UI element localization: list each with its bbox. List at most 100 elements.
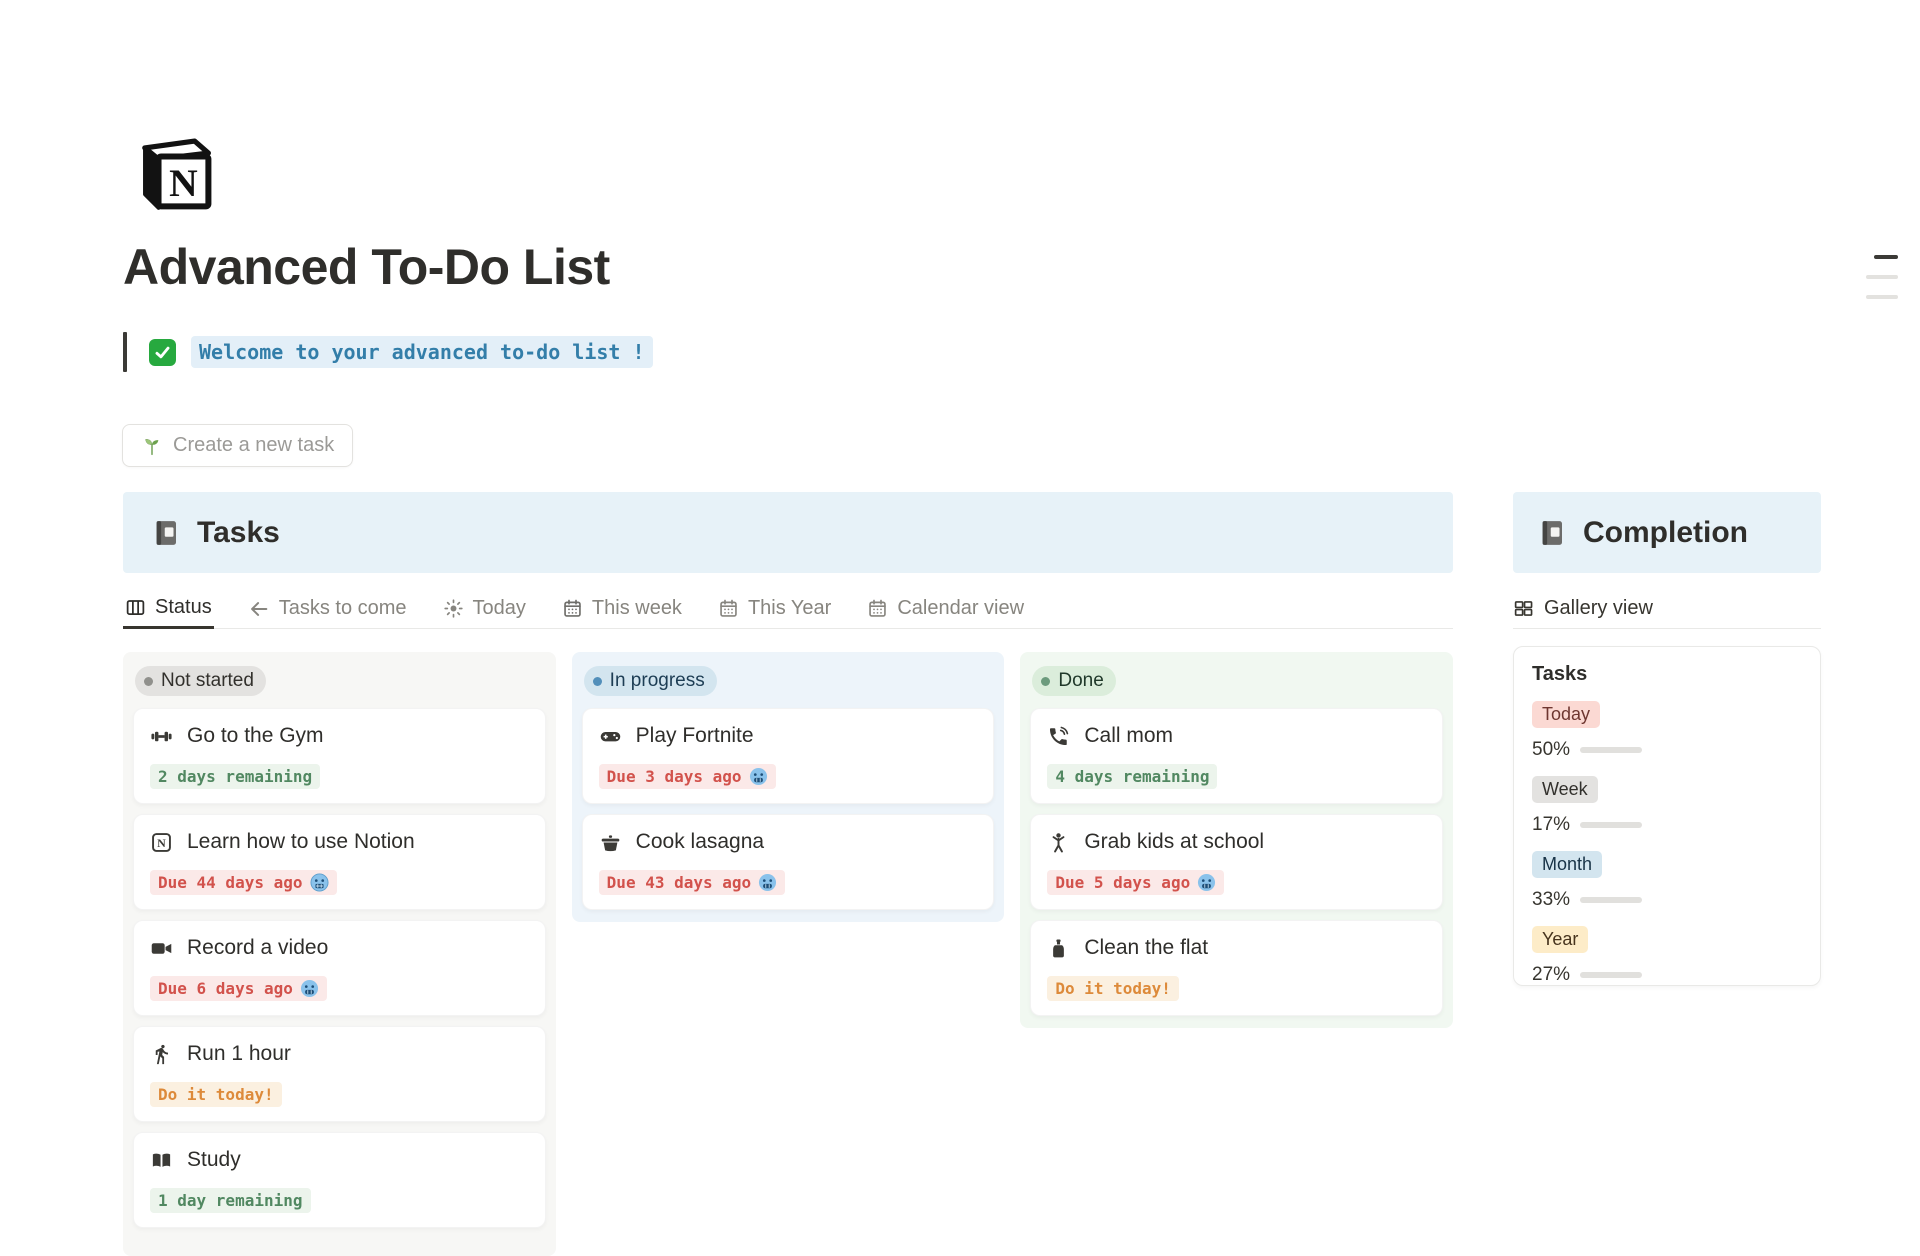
tab-tasks-to-come-label: Tasks to come	[279, 597, 407, 620]
gallery-grid-icon	[1513, 598, 1534, 619]
status-dot	[593, 677, 602, 686]
white-check-mark-emoji	[149, 339, 176, 366]
ledger-book-icon	[151, 518, 181, 548]
status-pill-not-started[interactable]: Not started	[135, 666, 266, 696]
cold-face-emoji	[758, 873, 777, 892]
svg-text:N: N	[169, 161, 198, 205]
column-done: Done Call mom 4 days remaining Grab kids…	[1020, 652, 1453, 1028]
task-card-clean-the-flat[interactable]: Clean the flat Do it today!	[1030, 920, 1443, 1016]
task-title: Play Fortnite	[636, 724, 754, 748]
runner-icon	[150, 1043, 173, 1066]
due-badge: Due 43 days ago	[599, 870, 786, 895]
due-badge: 4 days remaining	[1047, 764, 1217, 789]
tab-this-year[interactable]: This Year	[716, 589, 833, 629]
task-title: Cook lasagna	[636, 830, 764, 854]
due-badge: Due 6 days ago	[150, 976, 327, 1001]
create-new-task-label: Create a new task	[173, 434, 334, 457]
page-outline-indicator[interactable]	[1862, 255, 1898, 315]
completion-tasks-card[interactable]: Tasks Today 50% Week 17% Month 33% Year …	[1513, 646, 1821, 986]
status-dot	[144, 677, 153, 686]
tag-year: Year	[1532, 926, 1588, 953]
dumbbell-icon	[150, 725, 173, 748]
tab-today-label: Today	[473, 597, 526, 620]
task-title: Run 1 hour	[187, 1042, 291, 1066]
progress-bar	[1580, 822, 1642, 828]
notion-mini-icon: N	[150, 831, 173, 854]
cold-face-emoji	[1197, 873, 1216, 892]
task-card-play-fortnite[interactable]: Play Fortnite Due 3 days ago	[582, 708, 995, 804]
progress-row-today: 50%	[1532, 739, 1802, 761]
tab-calendar-view[interactable]: Calendar view	[865, 589, 1026, 629]
sun-icon	[443, 598, 464, 619]
task-card-learn-notion[interactable]: N Learn how to use Notion Due 44 days ag…	[133, 814, 546, 910]
game-controller-icon	[599, 725, 622, 748]
task-card-record-a-video[interactable]: Record a video Due 6 days ago	[133, 920, 546, 1016]
page-title[interactable]: Advanced To-Do List	[123, 238, 610, 296]
tasks-section-title: Tasks	[197, 516, 280, 550]
calendar-icon	[562, 598, 583, 619]
task-title: Learn how to use Notion	[187, 830, 415, 854]
task-title: Clean the flat	[1084, 936, 1208, 960]
calendar-icon	[718, 598, 739, 619]
task-card-run-1-hour[interactable]: Run 1 hour Do it today!	[133, 1026, 546, 1122]
tab-status-label: Status	[155, 596, 212, 619]
svg-text:N: N	[157, 835, 166, 849]
due-badge: Due 44 days ago	[150, 870, 337, 895]
tag-month: Month	[1532, 851, 1602, 878]
cold-face-emoji	[310, 873, 329, 892]
notion-logo[interactable]: N	[131, 129, 217, 215]
tag-today: Today	[1532, 701, 1600, 728]
task-card-go-to-the-gym[interactable]: Go to the Gym 2 days remaining	[133, 708, 546, 804]
create-new-task-button[interactable]: Create a new task	[122, 424, 353, 467]
ledger-book-icon	[1537, 518, 1567, 548]
kanban-board: Not started Go to the Gym 2 days remaini…	[123, 652, 1453, 1256]
task-title: Grab kids at school	[1084, 830, 1264, 854]
view-tabs: Status Tasks to come Today This week Thi…	[123, 589, 1453, 629]
seedling-icon	[141, 435, 163, 457]
due-badge: Due 3 days ago	[599, 764, 776, 789]
tag-week: Week	[1532, 776, 1598, 803]
completion-section-title: Completion	[1583, 516, 1748, 550]
task-title: Study	[187, 1148, 241, 1172]
status-pill-in-progress[interactable]: In progress	[584, 666, 717, 696]
tab-tasks-to-come[interactable]: Tasks to come	[246, 589, 409, 629]
tab-this-week[interactable]: This week	[560, 589, 684, 629]
progress-percent: 33%	[1532, 889, 1580, 911]
board-columns-icon	[125, 597, 146, 618]
tab-gallery-view[interactable]: Gallery view	[1513, 589, 1821, 629]
outline-line	[1866, 295, 1898, 299]
progress-bar	[1580, 747, 1642, 753]
status-pill-done[interactable]: Done	[1032, 666, 1115, 696]
tab-today[interactable]: Today	[441, 589, 528, 629]
quote-bar	[123, 332, 127, 372]
video-camera-icon	[150, 937, 173, 960]
task-card-call-mom[interactable]: Call mom 4 days remaining	[1030, 708, 1443, 804]
status-pill-label: Done	[1058, 670, 1103, 692]
tab-status[interactable]: Status	[123, 589, 214, 629]
welcome-text: Welcome to your advanced to-do list !	[191, 336, 653, 368]
notion-logo-icon: N	[131, 129, 217, 215]
due-badge: Due 5 days ago	[1047, 870, 1224, 895]
tab-this-week-label: This week	[592, 597, 682, 620]
progress-percent: 17%	[1532, 814, 1580, 836]
completion-card-title: Tasks	[1532, 663, 1802, 686]
completion-section-header: Completion	[1513, 492, 1821, 573]
task-card-cook-lasagna[interactable]: Cook lasagna Due 43 days ago	[582, 814, 995, 910]
task-card-study[interactable]: Study 1 day remaining	[133, 1132, 546, 1228]
spray-bottle-icon	[1047, 937, 1070, 960]
progress-percent: 50%	[1532, 739, 1580, 761]
welcome-callout: Welcome to your advanced to-do list !	[123, 332, 653, 372]
tasks-section-header: Tasks	[123, 492, 1453, 573]
outline-line	[1874, 255, 1898, 259]
task-card-grab-kids[interactable]: Grab kids at school Due 5 days ago	[1030, 814, 1443, 910]
cooking-pot-icon	[599, 831, 622, 854]
progress-row-year: 27%	[1532, 964, 1802, 986]
progress-bar	[1580, 897, 1642, 903]
due-badge: Do it today!	[150, 1082, 282, 1107]
task-title: Go to the Gym	[187, 724, 324, 748]
calendar-icon	[867, 598, 888, 619]
arrow-left-icon	[248, 598, 270, 620]
progress-row-week: 17%	[1532, 814, 1802, 836]
gallery-view-label: Gallery view	[1544, 597, 1653, 620]
tab-calendar-view-label: Calendar view	[897, 597, 1024, 620]
